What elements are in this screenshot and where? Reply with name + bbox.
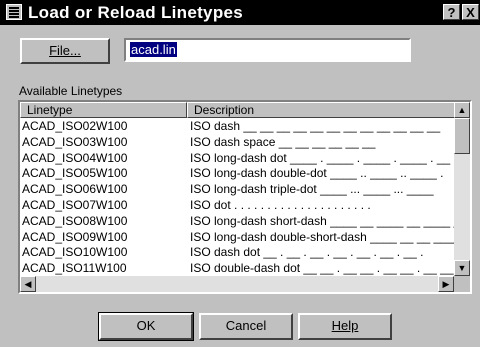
linetype-description: ISO double-dash dot __ __ . __ __ . __ _… [190, 261, 454, 276]
linetype-name: ACAD_ISO03W100 [22, 134, 128, 149]
file-button[interactable]: File... [20, 38, 110, 64]
vertical-scroll-thumb[interactable] [454, 118, 470, 154]
linetype-name: ACAD_ISO07W100 [22, 198, 128, 212]
linetype-row[interactable]: ACAD_ISO10W100 ISO dash dot __ . __ . __ … [20, 244, 455, 260]
scrollbar-corner [454, 276, 470, 292]
app-menu-icon[interactable] [6, 4, 22, 20]
linetype-row[interactable]: ACAD_ISO04W100 ISO long-dash dot ____ . _… [20, 150, 455, 166]
linetype-description: ISO dash __ __ __ __ __ __ __ __ __ __ _… [190, 119, 441, 133]
scroll-right-arrow-icon[interactable]: ▶ [438, 276, 454, 292]
file-name-value: acad.lin [130, 42, 177, 57]
linetype-row[interactable]: ACAD_ISO05W100 ISO long-dash double-dot _… [20, 165, 455, 181]
scroll-up-arrow-icon[interactable]: ▲ [454, 102, 470, 118]
linetype-description: ISO long-dash dot ____ . ____ . ____ . _… [190, 150, 451, 165]
linetype-description: ISO dash dot __ . __ . __ . __ . __ . __… [190, 245, 424, 260]
scroll-down-arrow-icon[interactable]: ▼ [454, 260, 470, 276]
horizontal-scrollbar[interactable]: ◀ ▶ [20, 276, 454, 292]
ok-button[interactable]: OK [98, 312, 194, 341]
load-linetypes-dialog: Load or Reload Linetypes ? X File... aca… [0, 0, 480, 347]
help-question-button[interactable]: ? [443, 4, 460, 20]
cancel-button[interactable]: Cancel [199, 313, 293, 340]
help-button[interactable]: Help [298, 313, 392, 340]
window-title: Load or Reload Linetypes [28, 3, 244, 22]
file-name-field[interactable]: acad.lin [124, 38, 411, 62]
linetype-description: ISO dash space __ __ __ __ __ __ [190, 134, 376, 149]
vertical-scrollbar[interactable]: ▲ ▼ [454, 102, 470, 276]
linetype-name: ACAD_ISO10W100 [22, 245, 128, 260]
help-button-label: Help [331, 318, 359, 333]
linetype-description: ISO dot . . . . . . . . . . . . . . . . … [190, 198, 371, 212]
linetype-name: ACAD_ISO02W100 [22, 119, 128, 133]
linetype-name: ACAD_ISO06W100 [22, 182, 128, 197]
column-header-linetype[interactable]: Linetype [20, 102, 187, 118]
linetype-description: ISO long-dash double-short-dash ____ __ … [190, 229, 461, 244]
linetype-name: ACAD_ISO08W100 [22, 213, 128, 228]
linetype-name: ACAD_ISO04W100 [22, 150, 128, 165]
linetype-description: ISO long-dash triple-dot ____ ... ____ .… [190, 182, 434, 197]
file-button-label: File... [49, 43, 81, 58]
linetype-name: ACAD_ISO11W100 [22, 261, 127, 276]
linetype-row[interactable]: ACAD_ISO06W100 ISO long-dash triple-dot _… [20, 181, 455, 197]
linetype-row[interactable]: ACAD_ISO08W100 ISO long-dash short-dash _… [20, 213, 460, 229]
column-header-description[interactable]: Description [187, 102, 455, 118]
linetype-row[interactable]: ACAD_ISO03W100 ISO dash space __ __ __ __… [20, 134, 455, 150]
linetype-name: ACAD_ISO09W100 [22, 229, 128, 244]
linetype-row[interactable]: ACAD_ISO11W100 ISO double-dash dot __ __ … [20, 260, 455, 276]
linetype-row[interactable]: ACAD_ISO09W100 ISO long-dash double-short… [20, 229, 460, 245]
title-bar[interactable]: Load or Reload Linetypes ? X [0, 0, 480, 25]
linetype-description: ISO long-dash short-dash ____ __ ____ __… [190, 213, 461, 228]
scroll-left-arrow-icon[interactable]: ◀ [20, 276, 36, 292]
close-button[interactable]: X [462, 4, 479, 20]
linetype-list[interactable]: Linetype Description ACAD_ISO02W100 ISO d… [18, 100, 472, 294]
linetype-name: ACAD_ISO05W100 [22, 166, 128, 181]
linetype-description: ISO long-dash double-dot ____ .. ____ ..… [190, 166, 444, 181]
linetype-row[interactable]: ACAD_ISO02W100 ISO dash __ __ __ __ __ __… [20, 118, 455, 134]
linetype-row[interactable]: ACAD_ISO07W100 ISO dot . . . . . . . . . … [20, 197, 455, 213]
available-linetypes-label: Available Linetypes [19, 84, 123, 98]
